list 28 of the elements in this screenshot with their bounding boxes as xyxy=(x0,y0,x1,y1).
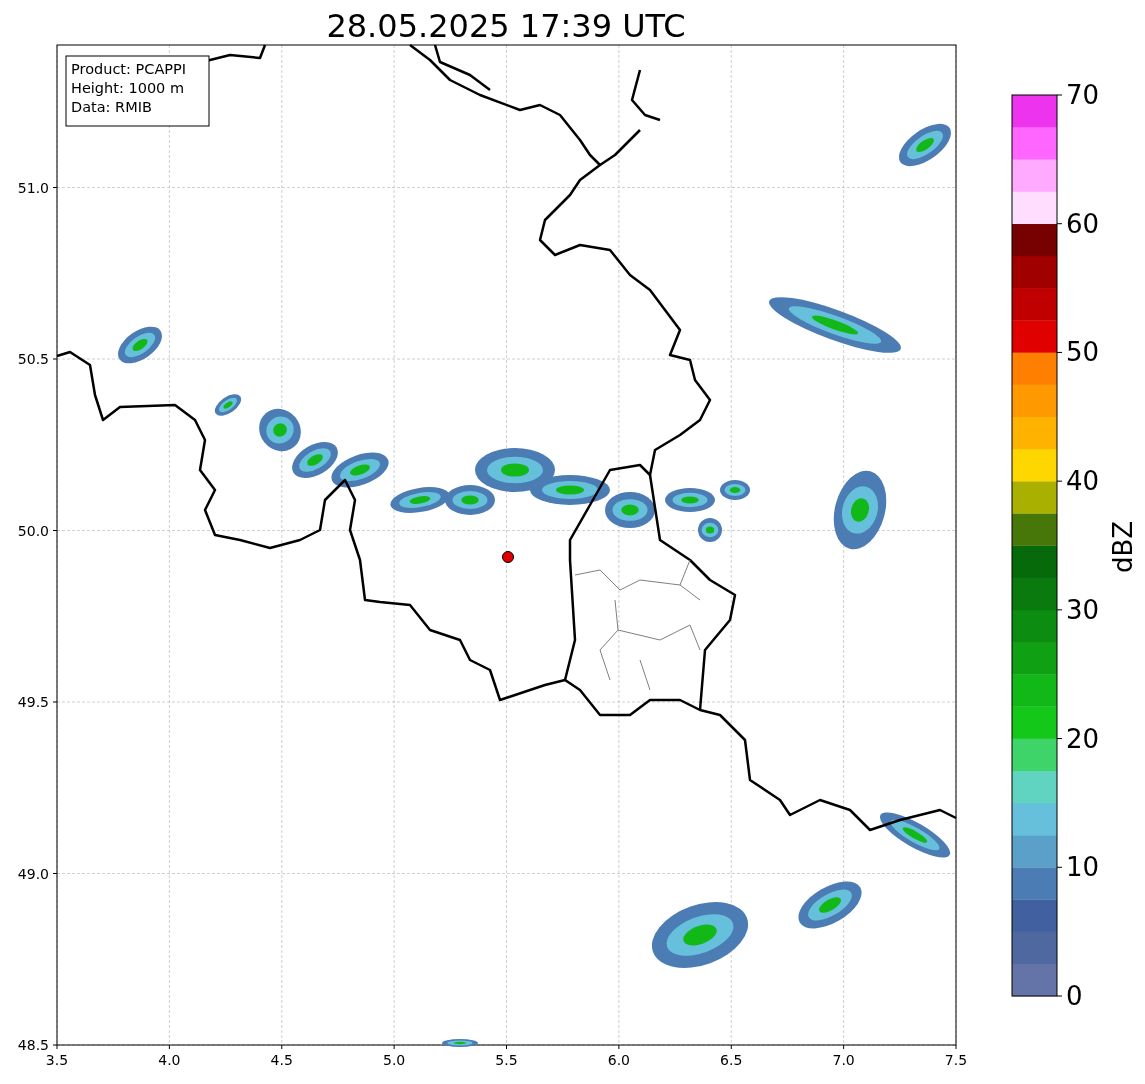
colorbar-tick-label: 10 xyxy=(1066,852,1100,883)
y-tick-label: 49.0 xyxy=(17,865,49,882)
colorbar-label: dBZ xyxy=(1108,520,1138,574)
y-tick-label: 51.0 xyxy=(17,179,49,196)
colorbar-tick-label: 30 xyxy=(1066,594,1100,625)
x-tick-label: 5.0 xyxy=(383,1052,406,1068)
x-tick-label: 4.5 xyxy=(270,1052,293,1068)
info-text: Product: PCAPPI xyxy=(71,61,187,77)
x-tick-label: 7.5 xyxy=(944,1052,968,1068)
colorbar-tick-label: 50 xyxy=(1066,337,1100,368)
x-tick-label: 3.5 xyxy=(45,1052,69,1068)
colorbar-tick-label: 40 xyxy=(1066,466,1100,497)
chart-title: 28.05.2025 17:39 UTC xyxy=(326,7,686,45)
x-tick-label: 6.0 xyxy=(607,1052,630,1068)
colorbar-tick-label: 60 xyxy=(1066,208,1100,239)
y-tick-label: 50.0 xyxy=(17,522,49,539)
colorbar-tick-label: 0 xyxy=(1066,981,1083,1011)
x-tick-label: 6.5 xyxy=(720,1052,743,1068)
y-tick-label: 48.5 xyxy=(17,1037,49,1053)
y-tick-label: 50.5 xyxy=(17,351,49,367)
info-text: Data: RMIB xyxy=(71,99,152,115)
x-tick-label: 7.0 xyxy=(832,1052,855,1068)
x-tick-label: 4.0 xyxy=(158,1052,181,1068)
colorbar-tick-label: 20 xyxy=(1066,723,1100,754)
info-text: Height: 1000 m xyxy=(71,80,185,96)
y-tick-label: 49.5 xyxy=(17,694,49,710)
colorbar-tick-label: 70 xyxy=(1066,80,1100,110)
x-tick-label: 5.5 xyxy=(495,1052,518,1068)
